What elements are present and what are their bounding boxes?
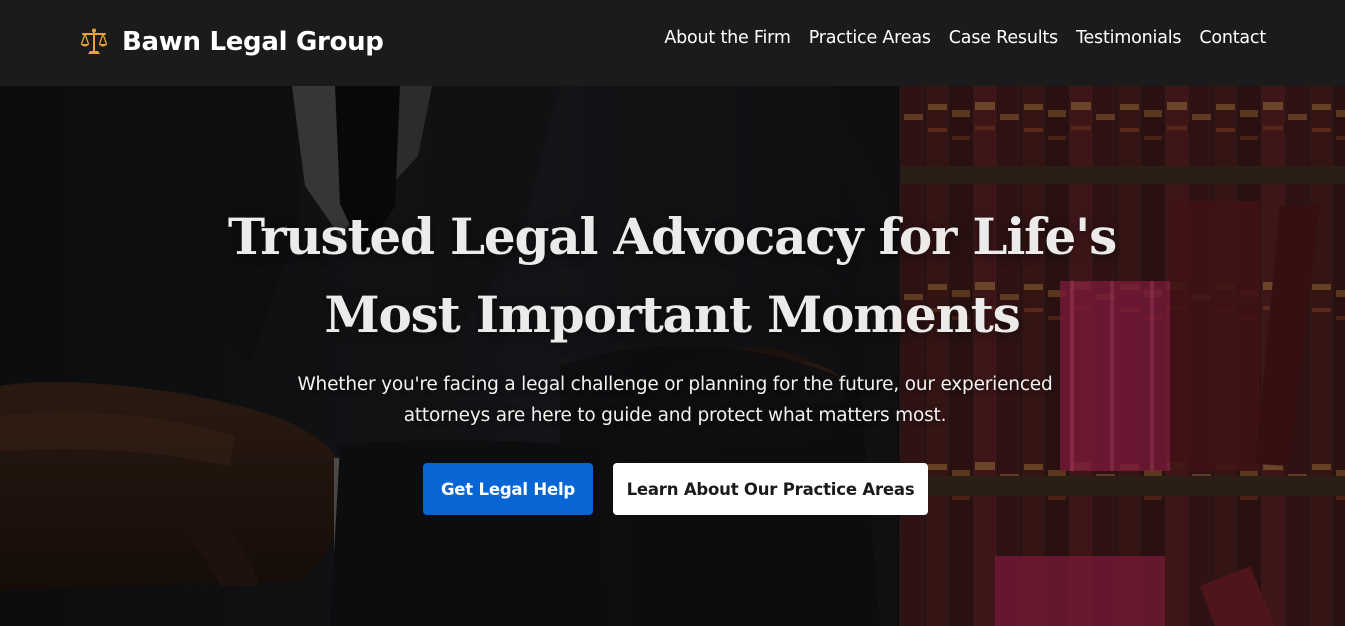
nav-testimonials[interactable]: Testimonials: [1076, 28, 1182, 48]
nav-case-results[interactable]: Case Results: [949, 28, 1058, 48]
site-header: Bawn Legal Group About the Firm Practice…: [0, 0, 1345, 86]
brand-name: Bawn Legal Group: [122, 27, 384, 57]
hero-overlay: [0, 86, 1345, 626]
nav-practice-areas[interactable]: Practice Areas: [809, 28, 931, 48]
scales-of-justice-icon: [80, 28, 108, 54]
hero-subtitle: Whether you're facing a legal challenge …: [297, 374, 1053, 426]
learn-practice-areas-button[interactable]: Learn About Our Practice Areas: [613, 463, 928, 515]
nav-about-the-firm[interactable]: About the Firm: [664, 28, 791, 48]
brand-logo-link[interactable]: Bawn Legal Group: [78, 22, 384, 62]
get-legal-help-button[interactable]: Get Legal Help: [423, 463, 593, 515]
main-nav: About the Firm Practice Areas Case Resul…: [664, 28, 1266, 48]
hero-section: [0, 86, 1345, 626]
hero-title: Trusted Legal Advocacy for Life's Most I…: [227, 207, 1117, 344]
nav-contact[interactable]: Contact: [1199, 28, 1266, 48]
